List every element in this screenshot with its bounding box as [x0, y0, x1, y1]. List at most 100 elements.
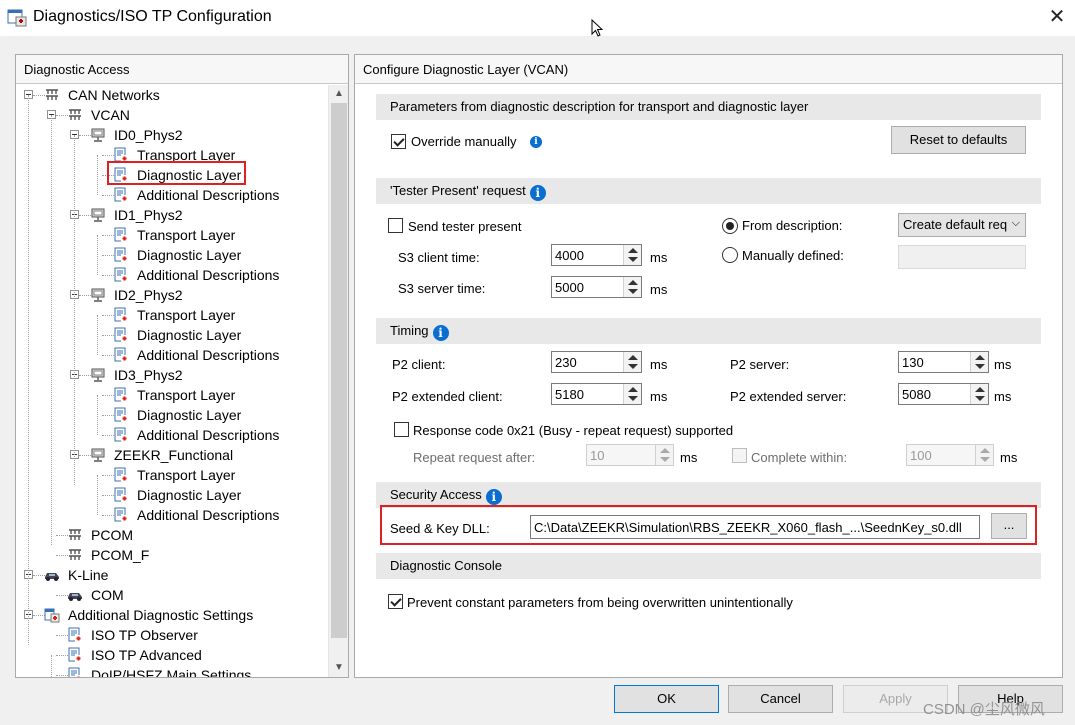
tree-item-id2-phys2[interactable]: ID2_Phys2	[16, 285, 328, 305]
tree-item-label: Diagnostic Layer	[137, 487, 242, 503]
manually-defined-radio[interactable]	[722, 247, 738, 263]
tree-item-can-networks[interactable]: CAN Networks	[16, 85, 328, 105]
s3-client-input[interactable]: 4000	[551, 244, 642, 266]
tree-item-id1-transport[interactable]: Transport Layer	[16, 225, 328, 245]
p2-server-input[interactable]: 130	[898, 351, 989, 373]
tree-item-id1-diagnostic[interactable]: Diagnostic Layer	[16, 245, 328, 265]
tree-item-iso-tp-observer[interactable]: ISO TP Observer	[16, 625, 328, 645]
override-checkbox[interactable]	[391, 134, 406, 149]
document-icon	[113, 427, 129, 443]
tree-item-vcan[interactable]: VCAN	[16, 105, 328, 125]
complete-within-label: Complete within:	[751, 450, 848, 465]
ms-unit: ms	[650, 357, 668, 372]
close-button[interactable]: ✕	[1040, 2, 1074, 32]
tree-item-label: Additional Descriptions	[137, 507, 280, 523]
document-icon	[113, 187, 129, 203]
repeat-request-label: Repeat request after:	[413, 450, 536, 465]
tree-item-label: ID3_Phys2	[114, 367, 183, 383]
tree-item-label: ISO TP Advanced	[91, 647, 202, 663]
p2-ext-server-input[interactable]: 5080	[898, 383, 989, 405]
tree-item-k-line[interactable]: K-Line	[16, 565, 328, 585]
busy-response-checkbox[interactable]	[394, 422, 409, 437]
scroll-up-icon[interactable]: ▲	[329, 85, 349, 103]
tree-item-id0-phys2[interactable]: ID0_Phys2	[16, 125, 328, 145]
tree-item-id2-transport[interactable]: Transport Layer	[16, 305, 328, 325]
scroll-thumb[interactable]	[331, 103, 347, 638]
title-bar: Diagnostics/ISO TP Configuration ✕	[0, 0, 1075, 36]
tree-item-id1-additional[interactable]: Additional Descriptions	[16, 265, 328, 285]
timing-section-header: Timing i	[376, 318, 1041, 344]
tree-item-id2-diagnostic[interactable]: Diagnostic Layer	[16, 325, 328, 345]
tester-section-title: 'Tester Present' request	[390, 183, 526, 198]
spinner-arrows-icon[interactable]	[623, 384, 641, 404]
from-description-radio[interactable]	[722, 218, 738, 234]
from-description-label: From description:	[742, 218, 843, 233]
tree-item-doip[interactable]: DoIP/HSFZ Main Settings	[16, 665, 328, 677]
cancel-button[interactable]: Cancel	[728, 685, 833, 713]
tree-item-id1-phys2[interactable]: ID1_Phys2	[16, 205, 328, 225]
spinner-arrows-icon[interactable]	[970, 352, 988, 372]
vehicle-icon	[44, 567, 60, 583]
s3-server-input[interactable]: 5000	[551, 276, 642, 298]
prevent-overwrite-checkbox[interactable]	[388, 594, 403, 609]
tree-item-zeekr-diagnostic[interactable]: Diagnostic Layer	[16, 485, 328, 505]
tree-item-pcom[interactable]: PCOM	[16, 525, 328, 545]
p2-client-label: P2 client:	[392, 357, 446, 372]
ecu-icon	[90, 367, 106, 383]
tree-item-additional-settings[interactable]: Additional Diagnostic Settings	[16, 605, 328, 625]
tree-item-label: COM	[91, 587, 124, 603]
tree-item-id3-transport[interactable]: Transport Layer	[16, 385, 328, 405]
repeat-request-input: 10	[586, 444, 674, 466]
tree-item-zeekr-additional[interactable]: Additional Descriptions	[16, 505, 328, 525]
network-icon	[44, 87, 60, 103]
tree-item-pcom-f[interactable]: PCOM_F	[16, 545, 328, 565]
tree-item-label: ISO TP Observer	[91, 627, 198, 643]
tree-item-label: VCAN	[91, 107, 130, 123]
p2-ext-client-value: 5180	[555, 387, 584, 402]
params-section-title: Parameters from diagnostic description f…	[390, 99, 809, 114]
p2-client-value: 230	[555, 355, 577, 370]
tree-scrollbar[interactable]: ▲ ▼	[328, 85, 348, 677]
ecu-icon	[90, 447, 106, 463]
send-tester-checkbox[interactable]	[388, 218, 403, 233]
ms-unit: ms	[1000, 450, 1018, 465]
s3-server-label: S3 server time:	[398, 281, 486, 296]
tree-item-zeekr-transport[interactable]: Transport Layer	[16, 465, 328, 485]
spinner-arrows-icon[interactable]	[623, 245, 641, 265]
tree-item-zeekr-functional[interactable]: ZEEKR_Functional	[16, 445, 328, 465]
scroll-down-icon[interactable]: ▼	[329, 659, 349, 677]
ms-unit: ms	[650, 282, 668, 297]
ok-button[interactable]: OK	[614, 685, 719, 713]
spinner-arrows-icon	[975, 445, 993, 465]
tree-item-iso-tp-advanced[interactable]: ISO TP Advanced	[16, 645, 328, 665]
ecu-icon	[90, 207, 106, 223]
request-combo[interactable]: Create default req ⌵	[898, 213, 1026, 237]
configure-panel: Configure Diagnostic Layer (VCAN) Parame…	[354, 54, 1063, 678]
spinner-arrows-icon[interactable]	[623, 277, 641, 297]
tree-item-label: ID0_Phys2	[114, 127, 183, 143]
tree-item-id3-phys2[interactable]: ID3_Phys2	[16, 365, 328, 385]
tree-item-com[interactable]: COM	[16, 585, 328, 605]
params-section-header: Parameters from diagnostic description f…	[376, 94, 1041, 120]
p2-ext-client-input[interactable]: 5180	[551, 383, 642, 405]
document-icon	[113, 467, 129, 483]
tree-item-id0-additional[interactable]: Additional Descriptions	[16, 185, 328, 205]
ms-unit: ms	[994, 389, 1012, 404]
request-combo-value: Create default req	[903, 217, 1008, 232]
tree-item-label: Diagnostic Layer	[137, 407, 242, 423]
tree-item-id3-diagnostic[interactable]: Diagnostic Layer	[16, 405, 328, 425]
info-icon: i	[432, 325, 449, 341]
tester-section-header: 'Tester Present' request i	[376, 178, 1041, 204]
tree-item-id3-additional[interactable]: Additional Descriptions	[16, 425, 328, 445]
spinner-arrows-icon[interactable]	[970, 384, 988, 404]
tree-item-label: Additional Diagnostic Settings	[68, 607, 254, 623]
document-icon	[67, 627, 83, 643]
document-icon	[67, 667, 83, 677]
reset-defaults-button[interactable]: Reset to defaults	[891, 126, 1026, 154]
complete-within-input: 100	[906, 444, 994, 466]
tree-item-label: Additional Descriptions	[137, 187, 280, 203]
p2-client-input[interactable]: 230	[551, 351, 642, 373]
spinner-arrows-icon[interactable]	[623, 352, 641, 372]
tree-item-id2-additional[interactable]: Additional Descriptions	[16, 345, 328, 365]
console-section-header: Diagnostic Console	[376, 553, 1041, 579]
